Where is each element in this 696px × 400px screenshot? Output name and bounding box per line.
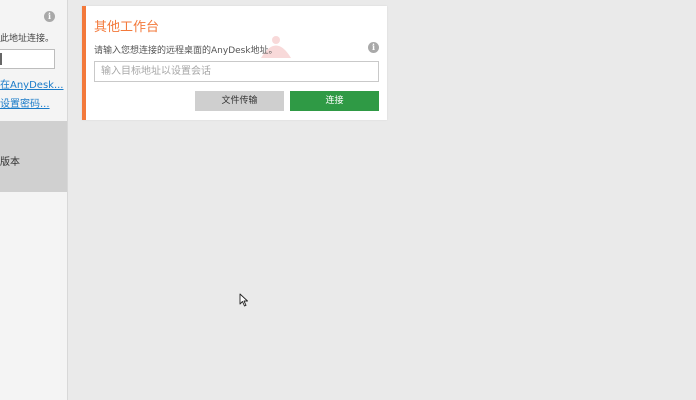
file-transfer-button[interactable]: 文件传输 [195, 91, 284, 111]
text-caret [0, 53, 2, 65]
panel-description: 请输入您想连接的远程桌面的AnyDesk地址。 [94, 46, 278, 56]
panel-title: 其他工作台 [94, 20, 160, 35]
sidebar-address-text: 此地址连接。 [0, 34, 55, 44]
sidebar-link-set-password[interactable]: 设置密码... [0, 95, 50, 110]
sidebar-version-item[interactable]: 版本 [0, 121, 67, 192]
info-icon[interactable]: i [368, 42, 379, 53]
info-icon[interactable]: i [44, 11, 55, 22]
other-workstation-panel: 其他工作台 请输入您想连接的远程桌面的AnyDesk地址。 i 文件传输 连接 [82, 6, 387, 120]
sidebar-link-anydesk[interactable]: 在AnyDesk... [0, 76, 64, 91]
connect-button[interactable]: 连接 [290, 91, 379, 111]
sidebar-version-label: 版本 [0, 157, 20, 168]
sidebar-address-field[interactable] [0, 49, 55, 69]
mouse-cursor-icon [239, 293, 248, 307]
remote-address-input[interactable] [94, 61, 379, 82]
sidebar: i 此地址连接。 在AnyDesk... 设置密码... 版本 [0, 0, 68, 400]
